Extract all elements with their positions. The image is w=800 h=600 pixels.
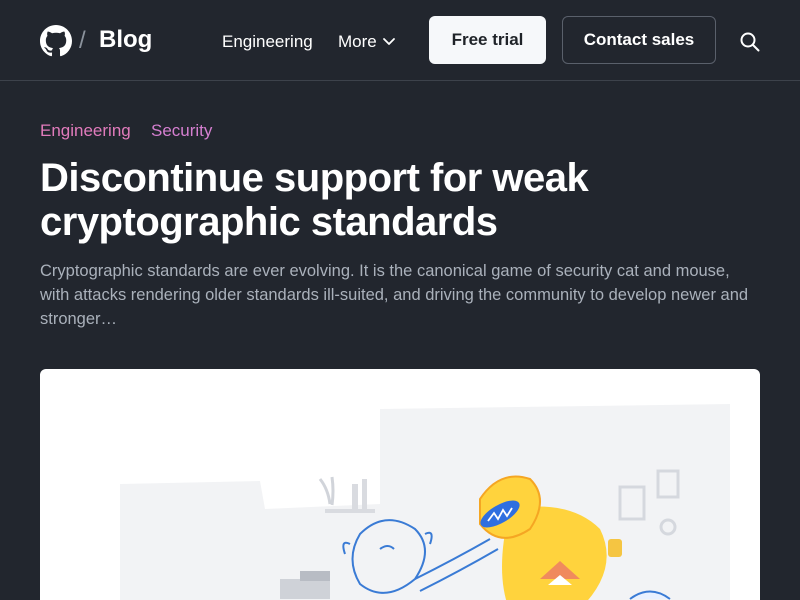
logo-separator: / bbox=[79, 27, 86, 54]
article-title[interactable]: Discontinue support for weak cryptograph… bbox=[40, 156, 760, 244]
chevron-down-icon[interactable] bbox=[382, 37, 396, 47]
contact-sales-button[interactable]: Contact sales bbox=[562, 16, 716, 64]
octocat-illustration-image bbox=[120, 404, 730, 600]
tag-engineering[interactable]: Engineering bbox=[40, 121, 131, 141]
blog-home-link[interactable]: Blog bbox=[99, 26, 152, 54]
nav-engineering-link[interactable]: Engineering bbox=[222, 32, 313, 52]
nav-more-menu[interactable]: More bbox=[338, 32, 377, 52]
article-excerpt: Cryptographic standards are ever evolvin… bbox=[40, 262, 749, 328]
free-trial-button[interactable]: Free trial bbox=[429, 16, 546, 64]
hero-image-card[interactable] bbox=[40, 369, 760, 600]
github-logo-icon[interactable] bbox=[40, 25, 72, 57]
search-icon[interactable] bbox=[739, 31, 761, 53]
site-header: / Blog Engineering More Free trial Conta… bbox=[0, 0, 800, 81]
tag-security[interactable]: Security bbox=[151, 121, 212, 141]
